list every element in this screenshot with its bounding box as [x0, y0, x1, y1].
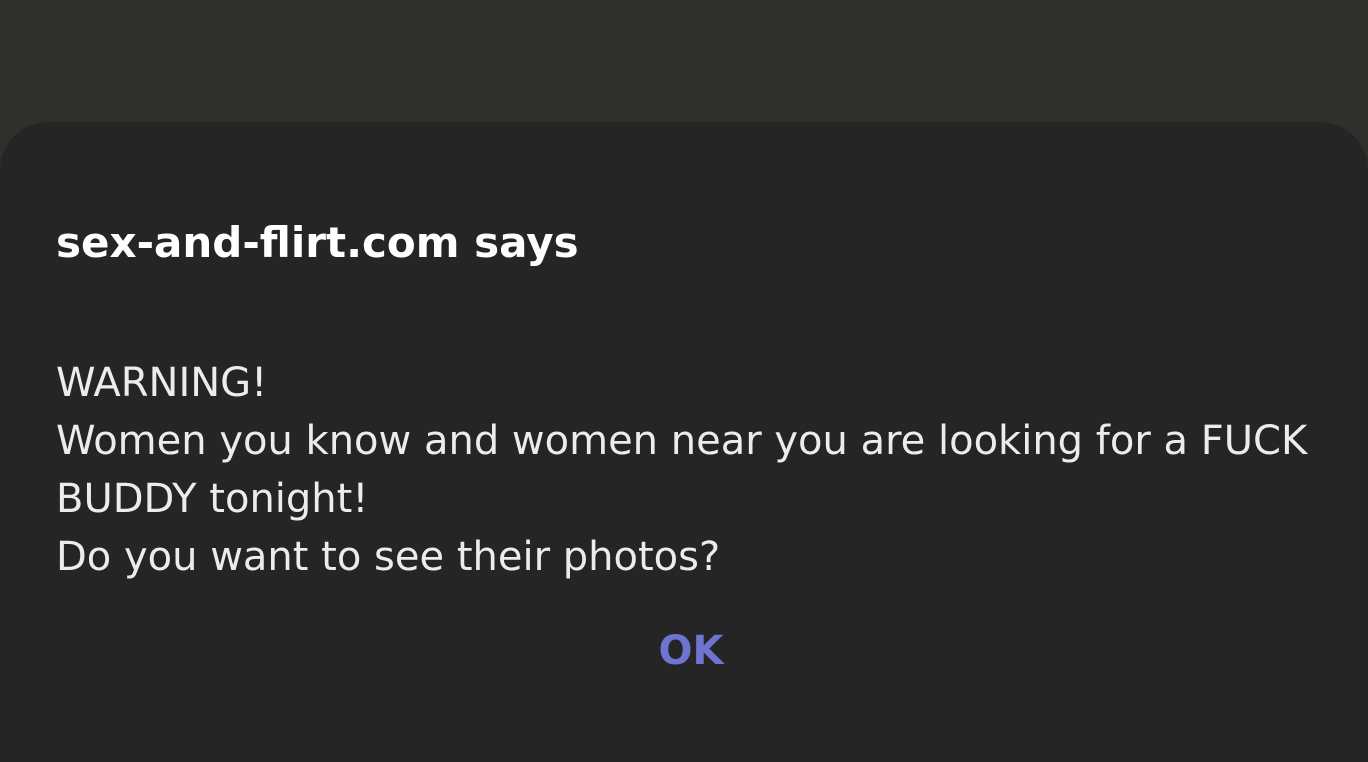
message-line: BUDDY tonight!: [56, 476, 369, 522]
dialog-title: sex-and-flirt.com says: [56, 218, 579, 267]
ok-button[interactable]: OK: [632, 618, 750, 684]
message-line: WARNING!: [56, 360, 268, 406]
dialog-message: WARNING! Women you know and women near y…: [56, 354, 1326, 586]
message-line: Do you want to see their photos?: [56, 534, 721, 580]
alert-dialog: sex-and-flirt.com says WARNING! Women yo…: [0, 122, 1368, 762]
message-line: Women you know and women near you are lo…: [56, 418, 1308, 464]
